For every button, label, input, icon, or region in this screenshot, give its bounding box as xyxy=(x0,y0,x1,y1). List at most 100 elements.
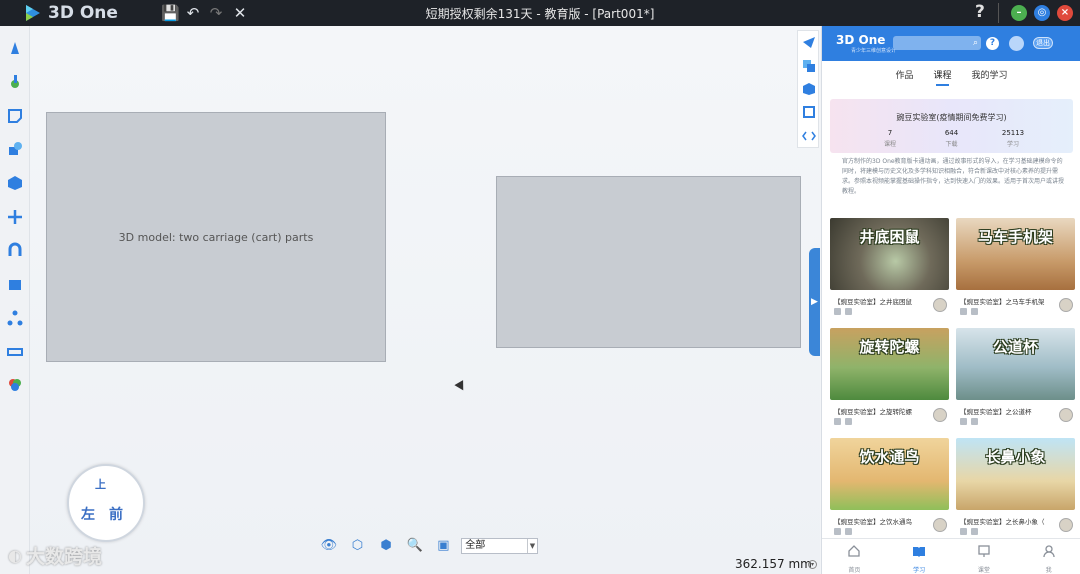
maximize-button[interactable]: ◎ xyxy=(1034,5,1050,21)
course-thumbnail[interactable]: 井底困鼠 xyxy=(830,218,949,290)
course-thumbnail[interactable]: 公道杯 xyxy=(956,328,1075,400)
stat-value: 25113 xyxy=(1001,129,1025,137)
favorite-icon[interactable] xyxy=(845,528,852,535)
like-icon[interactable] xyxy=(834,418,841,425)
course-thumbnail[interactable]: 旋转陀螺 xyxy=(830,328,949,400)
course-card[interactable]: 饮水通鸟 【豌豆实验室】之饮水通鸟 xyxy=(830,438,949,540)
stat-courses: 7 课程 xyxy=(860,129,920,148)
course-thumb-title: 马车手机架 xyxy=(977,228,1053,246)
layers-icon[interactable] xyxy=(802,59,816,73)
panel-search-input[interactable]: ⌕ xyxy=(893,36,981,50)
carriage-model-image[interactable]: 3D model: two carriage (cart) parts xyxy=(46,112,386,362)
panel-collapse-toggle[interactable]: ▶ xyxy=(809,248,820,356)
assembly-icon[interactable] xyxy=(7,310,23,326)
course-card[interactable]: 公道杯 【豌豆实验室】之公道杯 xyxy=(956,328,1075,430)
send-icon[interactable] xyxy=(802,35,816,49)
course-actions xyxy=(960,528,978,535)
3d-viewport[interactable]: 3D model: two carriage (cart) parts xyxy=(30,26,820,574)
filter-icon[interactable]: ▣ xyxy=(433,537,455,555)
cube-face-left[interactable]: 左 xyxy=(81,504,95,524)
stat-learners: 25113 学习 xyxy=(983,129,1043,148)
feature-icon[interactable] xyxy=(7,141,23,157)
lab-title: 豌豆实验室(疫情期间免费学习) xyxy=(896,113,1007,122)
course-thumbnail[interactable]: 长鼻小象 xyxy=(956,438,1075,510)
tab-works[interactable]: 作品 xyxy=(895,68,913,86)
combine-icon[interactable] xyxy=(7,242,23,258)
like-icon[interactable] xyxy=(960,308,967,315)
sketch-pen-icon[interactable] xyxy=(7,74,23,90)
nav-label: 课堂 xyxy=(977,567,990,574)
eye-icon[interactable]: 👁 xyxy=(318,537,340,555)
home-icon xyxy=(848,545,861,557)
course-label: 【豌豆实验室】之饮水通鸟 xyxy=(834,518,912,526)
course-label: 【豌豆实验室】之马车手机架 xyxy=(960,298,1045,306)
view-cube[interactable]: 上 左 前 xyxy=(67,464,145,542)
like-icon[interactable] xyxy=(960,528,967,535)
shaded-cube-icon[interactable]: ⬢ xyxy=(375,537,397,555)
sketch-edit-icon[interactable] xyxy=(7,108,23,124)
nav-label: 学习 xyxy=(913,567,926,574)
exit-button[interactable]: 退出 xyxy=(1033,37,1053,49)
nav-label: 首页 xyxy=(848,567,861,574)
nav-home[interactable]: 首页 xyxy=(822,539,887,574)
chevron-down-icon[interactable]: ▼ xyxy=(527,539,537,553)
help-button[interactable]: ? xyxy=(975,2,985,22)
user-avatar[interactable] xyxy=(1009,36,1024,51)
author-avatar xyxy=(1059,298,1073,312)
tab-courses[interactable]: 课程 xyxy=(933,68,952,86)
course-card[interactable]: 长鼻小象 【豌豆实验室】之长鼻小象（ xyxy=(956,438,1075,540)
cube-face-top[interactable]: 上 xyxy=(95,476,106,492)
course-thumbnail[interactable]: 饮水通鸟 xyxy=(830,438,949,510)
material-render-icon[interactable] xyxy=(7,377,23,393)
title-bar: 3D One 💾 ↶ ↷ ✕ 短期授权剩余131天 - 教育版 - [Part0… xyxy=(0,0,1080,26)
favorite-icon[interactable] xyxy=(971,308,978,315)
readout-dropdown-icon[interactable]: ▾ xyxy=(808,560,817,569)
course-actions xyxy=(834,528,852,535)
minimize-button[interactable]: – xyxy=(1011,5,1027,21)
cart-frame-model-image[interactable] xyxy=(496,176,801,348)
course-thumb-title: 井底困鼠 xyxy=(859,228,920,246)
move-icon[interactable] xyxy=(7,209,23,225)
wireframe-cube-icon[interactable]: ⬡ xyxy=(347,537,369,555)
view-controls: 👁 ⬡ ⬢ 🔍 ▣ 全部 ▼ xyxy=(318,535,538,557)
nav-me[interactable]: 我 xyxy=(1016,539,1080,574)
array-icon[interactable] xyxy=(7,276,23,292)
nav-learn[interactable]: 学习 xyxy=(887,539,952,574)
favorite-icon[interactable] xyxy=(845,308,852,315)
tab-my-learning[interactable]: 我的学习 xyxy=(972,68,1008,86)
view-box-icon[interactable] xyxy=(802,105,816,119)
course-thumb-title: 饮水通鸟 xyxy=(859,448,920,466)
distance-measure-icon[interactable] xyxy=(7,343,23,359)
search-icon[interactable]: ⌕ xyxy=(973,36,978,50)
zoom-icon[interactable]: 🔍 xyxy=(404,537,426,555)
panel-logo: 3D One xyxy=(836,33,886,47)
basic-solid-icon[interactable] xyxy=(7,40,23,56)
view-cube-icon[interactable] xyxy=(802,82,816,96)
nav-label: 我 xyxy=(1045,567,1052,574)
course-thumbnail[interactable]: 马车手机架 xyxy=(956,218,1075,290)
cube-face-front[interactable]: 前 xyxy=(109,504,123,524)
close-window-button[interactable]: × xyxy=(1057,5,1073,21)
favorite-icon[interactable] xyxy=(971,418,978,425)
book-icon xyxy=(913,547,926,557)
panel-help-icon[interactable]: ? xyxy=(986,37,999,50)
course-actions xyxy=(960,308,978,315)
nav-classroom[interactable]: 课堂 xyxy=(952,539,1017,574)
favorite-icon[interactable] xyxy=(845,418,852,425)
author-avatar xyxy=(1059,408,1073,422)
filter-select[interactable]: 全部 ▼ xyxy=(461,538,538,554)
left-toolbar xyxy=(0,26,30,574)
course-card[interactable]: 旋转陀螺 【豌豆实验室】之旋转陀螺 xyxy=(830,328,949,430)
lab-banner[interactable]: 豌豆实验室(疫情期间免费学习) 7 课程 644 下载 25113 学习 xyxy=(830,99,1073,153)
classroom-icon xyxy=(978,545,990,557)
course-label: 【豌豆实验室】之井底困鼠 xyxy=(834,298,912,306)
like-icon[interactable] xyxy=(834,308,841,315)
special-function-icon[interactable] xyxy=(7,175,23,191)
code-icon[interactable] xyxy=(802,129,816,143)
course-card[interactable]: 马车手机架 【豌豆实验室】之马车手机架 xyxy=(956,218,1075,320)
like-icon[interactable] xyxy=(960,418,967,425)
course-card[interactable]: 井底困鼠 【豌豆实验室】之井底困鼠 xyxy=(830,218,949,320)
user-icon xyxy=(1042,545,1055,558)
favorite-icon[interactable] xyxy=(971,528,978,535)
like-icon[interactable] xyxy=(834,528,841,535)
